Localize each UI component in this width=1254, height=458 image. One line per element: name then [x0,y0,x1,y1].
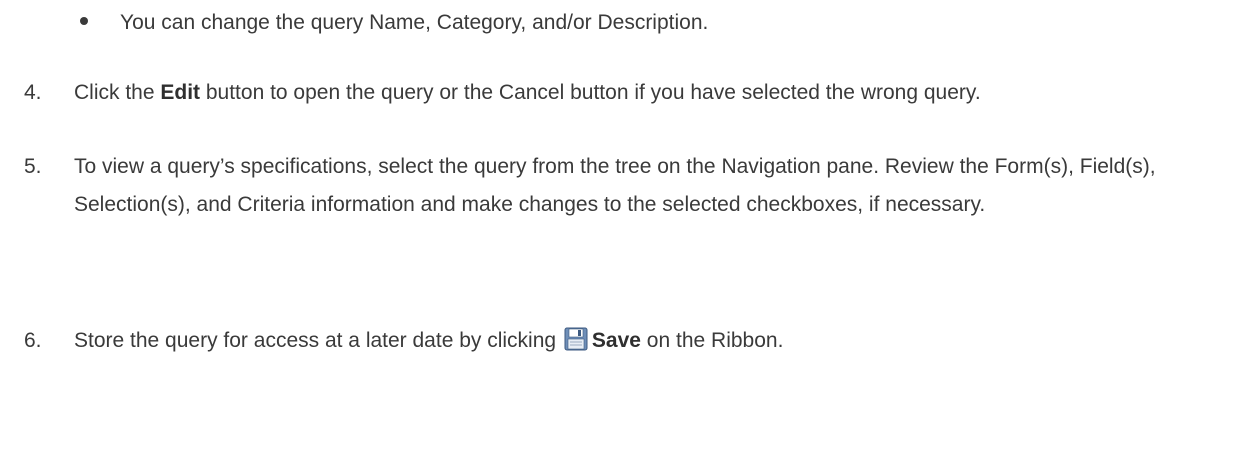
step-text: To view a query’s specifications, select… [74,155,1156,216]
bullet-text: You can change the query Name, Category,… [120,11,709,34]
document-page: You can change the query Name, Category,… [0,0,1254,458]
step-text-pre: Click the [74,81,161,104]
bullet-item: You can change the query Name, Category,… [80,8,708,38]
step-text: Store the query for access at a later da… [74,326,1234,356]
save-icon [564,327,588,351]
step-text-post: button to open the query or the Cancel b… [200,81,981,104]
step-text-pre: Store the query for access at a later da… [74,329,562,352]
step-number: 4. [24,81,42,104]
step-text: Click the Edit button to open the query … [74,78,1234,108]
step-number: 6. [24,329,42,352]
step-number: 5. [24,155,42,178]
edit-button-label: Edit [160,81,201,104]
step-text-post: on the Ribbon. [640,329,784,352]
save-label: Save [591,329,641,352]
bullet-dot-icon [80,17,88,26]
